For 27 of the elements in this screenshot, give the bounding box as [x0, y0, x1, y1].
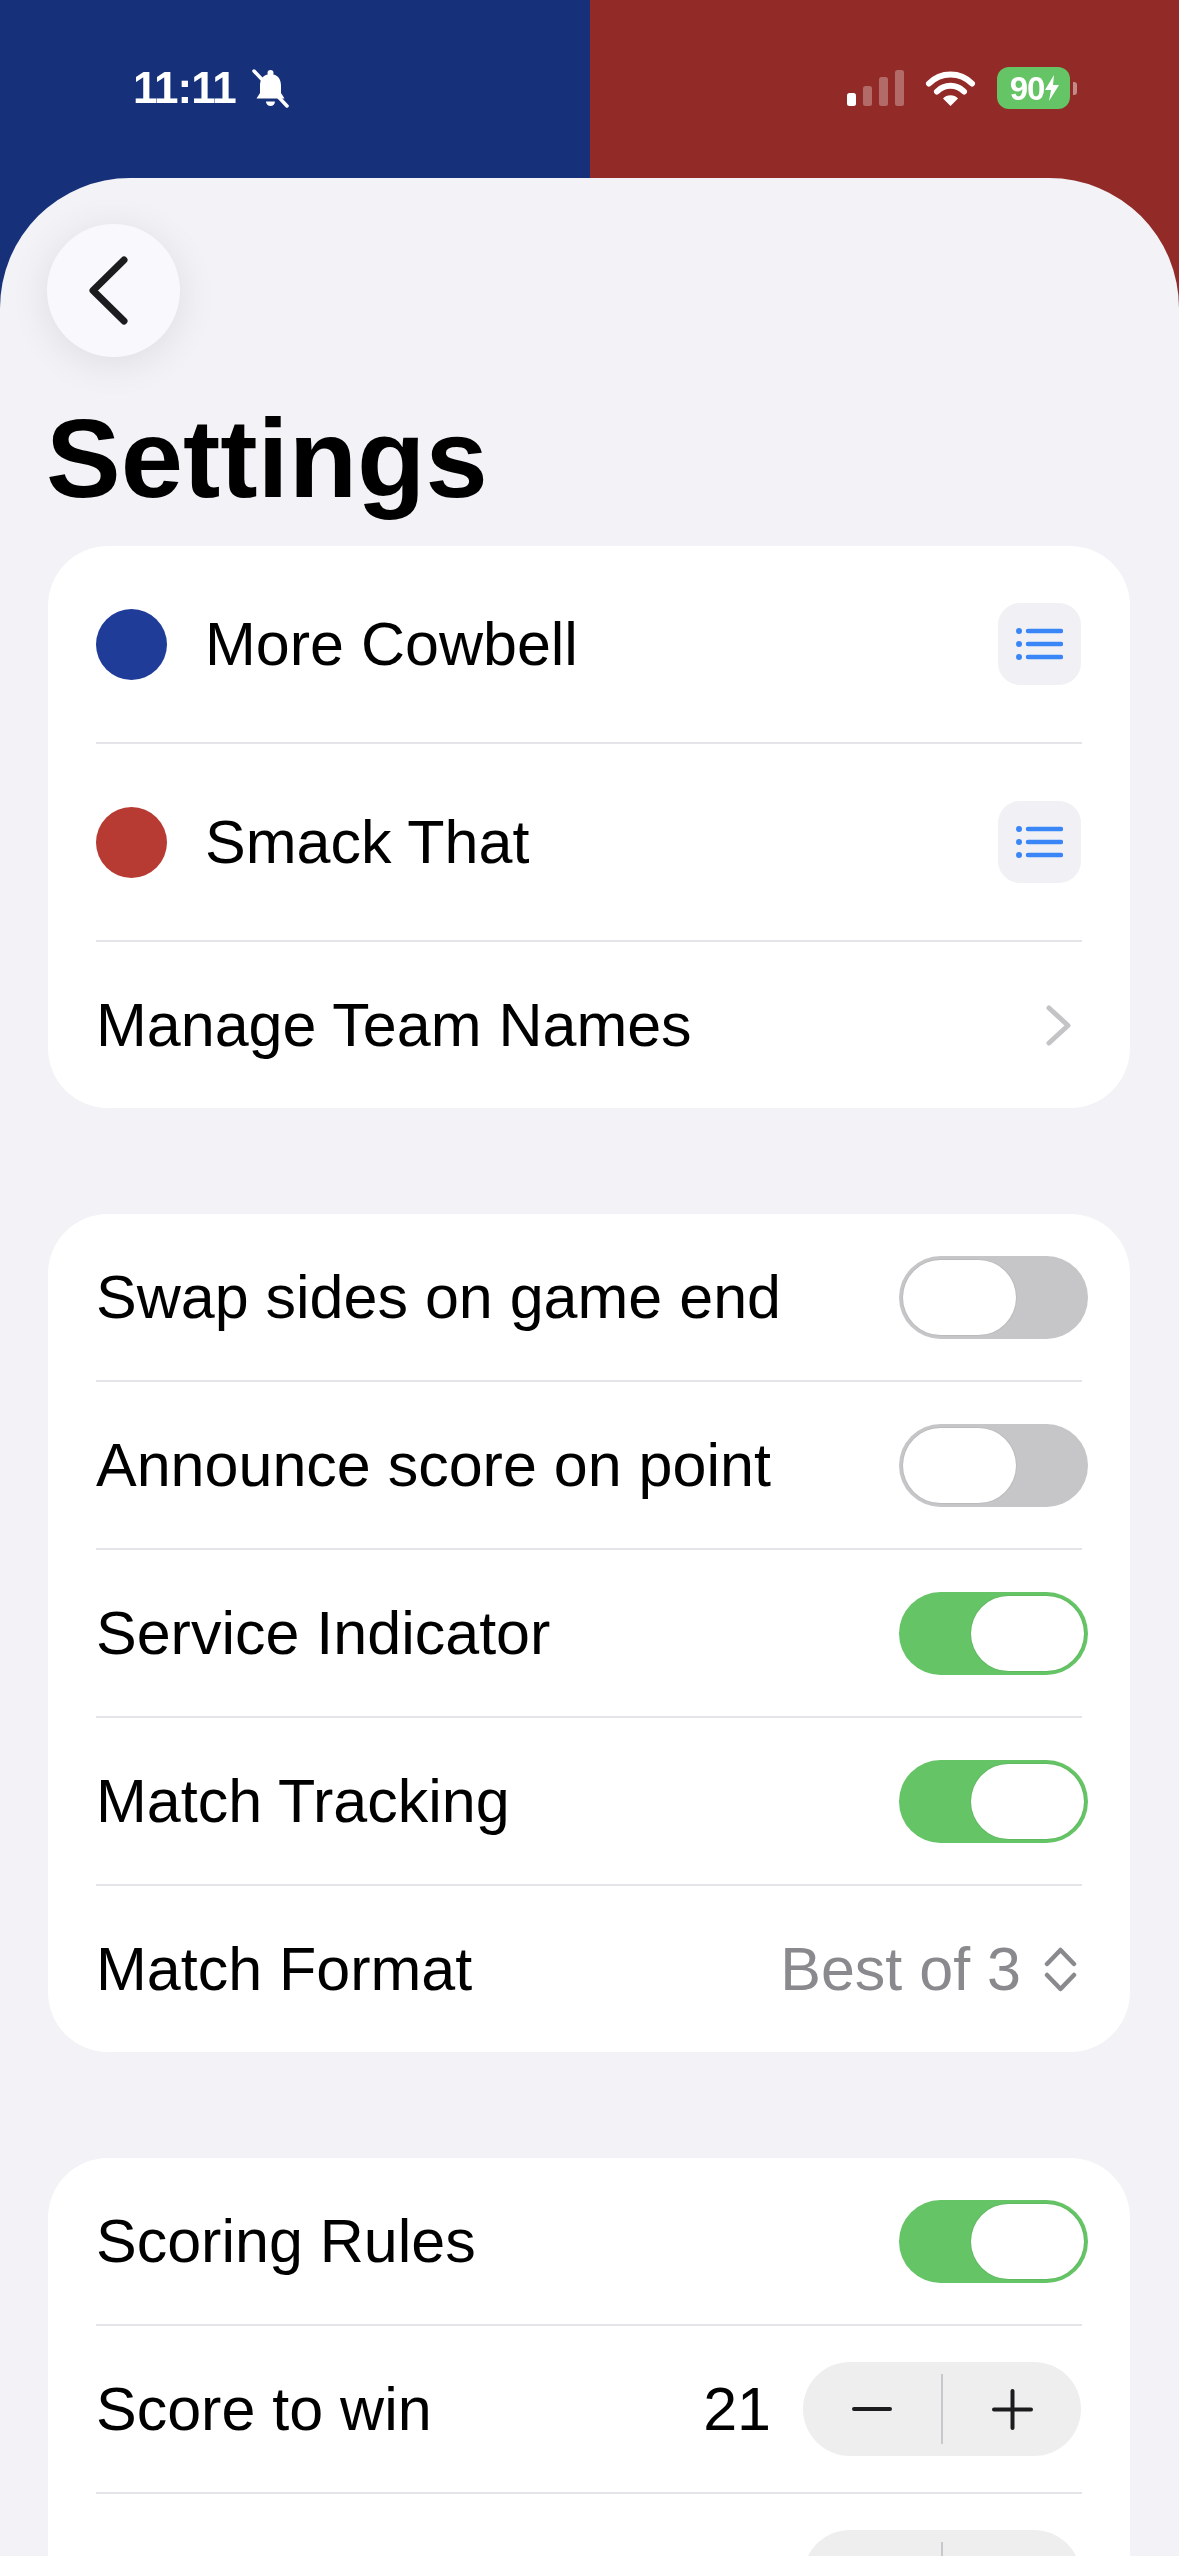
team-name: More Cowbell	[205, 609, 579, 679]
setting-label: Score to win	[96, 2374, 433, 2444]
setting-label: Service Indicator	[96, 1598, 552, 1668]
team-name: Smack That	[205, 807, 531, 877]
setting-label: Scoring Rules	[96, 2206, 477, 2276]
charging-bolt-icon	[1045, 75, 1060, 101]
minus-icon[interactable]	[852, 2407, 892, 2411]
navigation-row[interactable]: Manage Team Names	[48, 942, 1130, 1108]
list-button[interactable]	[998, 801, 1081, 883]
setting-label: Announce score on point	[96, 1430, 772, 1500]
chevron-up-down-icon	[1044, 1945, 1077, 1993]
plus-icon[interactable]	[991, 2388, 1033, 2430]
setting-label: Swap sides on game end	[96, 1262, 782, 1332]
chevron-left-icon	[89, 256, 128, 325]
signal-icon	[847, 70, 904, 106]
wifi-icon	[925, 69, 976, 107]
setting-label: Match Tracking	[96, 1766, 511, 1836]
battery-percentage: 90	[1009, 71, 1045, 105]
setting-label: Match Format	[96, 1934, 474, 2004]
list-icon	[1016, 627, 1063, 661]
bell-slash-icon	[249, 67, 291, 109]
page-title: Settings	[46, 395, 489, 523]
list-button[interactable]	[998, 603, 1081, 685]
status-time: 11:11	[133, 63, 236, 113]
stepper-value: 21	[703, 2374, 771, 2444]
chevron-right-icon	[1046, 1004, 1071, 1046]
list-icon	[1016, 825, 1063, 859]
